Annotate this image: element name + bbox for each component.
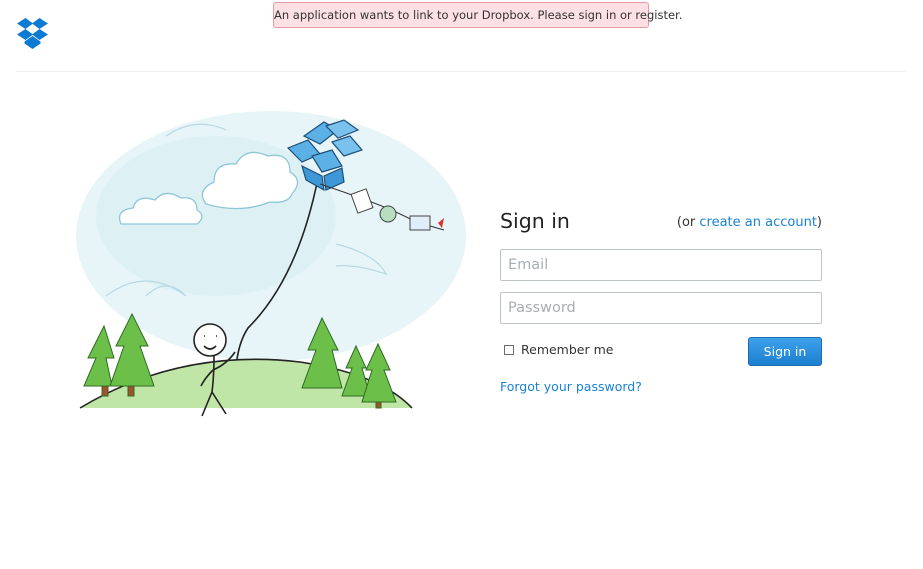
banner-message: An application wants to link to your Dro… xyxy=(274,8,683,22)
remember-me-label: Remember me xyxy=(521,342,614,357)
create-account-line: (or create an account) xyxy=(677,215,822,230)
create-prefix: (or xyxy=(676,215,700,230)
password-field[interactable] xyxy=(500,292,822,324)
create-account-link[interactable]: create an account xyxy=(699,215,817,230)
remember-me[interactable]: Remember me xyxy=(504,342,613,357)
forgot-password-link[interactable]: Forgot your password? xyxy=(500,379,642,394)
email-field[interactable] xyxy=(500,249,822,281)
stick-figure-kite-illustration xyxy=(76,111,466,417)
remember-me-checkbox[interactable] xyxy=(504,344,514,355)
dropbox-logo-icon[interactable] xyxy=(16,17,49,50)
create-suffix: ) xyxy=(816,215,822,230)
header-divider xyxy=(16,71,906,72)
notification-banner: An application wants to link to your Dro… xyxy=(273,2,682,28)
sign-in-button[interactable]: Sign in xyxy=(748,337,822,366)
page: An application wants to link to your Dro… xyxy=(0,0,923,569)
signin-title: Sign in xyxy=(500,209,570,233)
